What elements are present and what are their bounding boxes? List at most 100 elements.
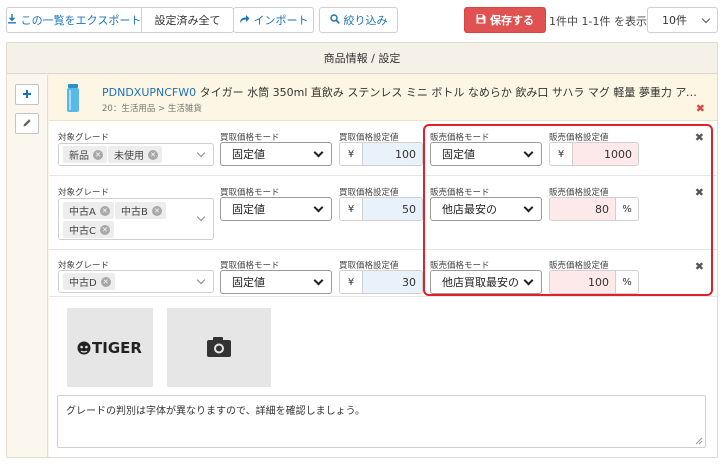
sell-value-input[interactable]: 1000	[573, 143, 638, 165]
product-panel: 商品情報 / 設定 PDNDXUPNCFW0 タイガー 水筒 350ml 直飲み…	[6, 42, 718, 458]
sell-mode-value: 他店買取最安の	[442, 276, 519, 289]
import-button[interactable]: インポート	[233, 7, 314, 33]
product-code-link[interactable]: PDNDXUPNCFW0	[102, 86, 196, 99]
remove-row-icon[interactable]: ✖	[695, 131, 704, 144]
import-label: インポート	[253, 14, 309, 27]
product-content: PDNDXUPNCFW0 タイガー 水筒 350ml 直飲み ステンレス ミニ …	[49, 75, 717, 457]
chevron-down-icon	[196, 148, 206, 158]
remove-grade-icon[interactable]: ✕	[93, 149, 103, 160]
buy-mode-value: 固定値	[232, 276, 265, 289]
percent-addon: %	[615, 198, 638, 220]
sell-value-input[interactable]: 100	[550, 271, 615, 293]
buy-mode-select[interactable]: 固定値	[220, 142, 332, 166]
memo-textarea[interactable]: グレードの判別は字体が異なりますので、詳細を確認しましょう。	[57, 395, 706, 448]
buy-value-input[interactable]: 100	[363, 143, 422, 165]
add-row-button[interactable]	[15, 84, 39, 105]
grade-tag: 中古B ✕	[115, 202, 166, 219]
search-icon	[329, 13, 340, 27]
buy-value-input[interactable]: 30	[363, 271, 422, 293]
edit-button[interactable]	[15, 113, 39, 134]
chevron-down-icon	[196, 212, 206, 222]
remove-grade-icon[interactable]: ✕	[100, 276, 111, 287]
buy-mode-select[interactable]: 固定値	[220, 270, 332, 294]
grade-tag: 中古A ✕	[63, 202, 114, 219]
grade-multiselect[interactable]: 中古D ✕	[58, 270, 214, 293]
remove-row-icon[interactable]: ✖	[695, 186, 704, 199]
target-grade-label: 対象グレード	[58, 188, 110, 198]
sell-mode-select[interactable]: 固定値	[430, 142, 542, 166]
target-grade-label: 対象グレード	[58, 133, 110, 143]
share-arrow-icon	[239, 14, 250, 27]
water-bottle-thumbnail	[61, 83, 85, 113]
pagination-info: 1件中 1-1件 を表示	[549, 15, 647, 28]
sell-value-field[interactable]: 80 %	[549, 197, 639, 221]
sell-mode-select[interactable]: 他店買取最安の	[430, 270, 542, 294]
yen-addon: ¥	[550, 143, 573, 165]
grade-multiselect[interactable]: 新品 ✕ 未使用 ✕	[58, 143, 214, 166]
upload-image-button[interactable]	[167, 308, 271, 387]
remove-grade-icon[interactable]: ✕	[99, 224, 110, 235]
yen-addon: ¥	[340, 271, 363, 293]
grade-tag: 中古C ✕	[63, 221, 114, 238]
sell-value-input[interactable]: 80	[550, 198, 615, 220]
chevron-down-icon	[313, 202, 324, 213]
sell-value-field[interactable]: ¥ 1000	[549, 142, 639, 166]
sell-value-field[interactable]: 100 %	[549, 270, 639, 294]
grade-tag-label: 中古C	[69, 226, 96, 237]
yen-addon: ¥	[340, 143, 363, 165]
chevron-down-icon	[523, 147, 534, 158]
yen-addon: ¥	[340, 198, 363, 220]
grade-tag-label: 中古A	[69, 207, 96, 218]
floppy-disk-icon	[476, 14, 486, 27]
chevron-down-icon	[523, 275, 534, 286]
remove-row-icon[interactable]: ✖	[695, 260, 704, 273]
product-name: タイガー 水筒 350ml 直飲み ステンレス ミニ ボトル なめらか 飲み口 …	[199, 86, 707, 99]
resize-grip-icon	[695, 437, 703, 445]
grade-tag-label: 新品	[69, 151, 89, 162]
grade-tag-label: 未使用	[114, 151, 144, 162]
export-list-label: この一覧をエクスポート	[20, 14, 142, 27]
save-button[interactable]: 保存する	[464, 7, 546, 33]
per-page-value: 10件	[662, 14, 687, 27]
grade-tag: 新品 ✕	[63, 146, 107, 163]
filter-button[interactable]: 絞り込み	[319, 7, 398, 33]
filter-label: 絞り込み	[343, 14, 388, 27]
chevron-down-icon	[313, 275, 324, 286]
product-category: 20：生活用品 > 生活雑貨	[102, 104, 202, 114]
camera-icon	[207, 337, 231, 357]
price-setting-row: 対象グレード 中古D ✕ 買取価格モード 固定値 買取価格設定値 ¥ 30 販売…	[49, 250, 717, 297]
grade-tag-label: 中古D	[69, 278, 97, 289]
chevron-down-icon	[196, 275, 206, 285]
grade-multiselect[interactable]: 中古A ✕ 中古B ✕ 中古C ✕	[58, 198, 214, 240]
download-icon	[7, 13, 17, 27]
all-configured-label: 設定済み全て	[154, 14, 221, 27]
remove-product-icon[interactable]: ✖	[696, 102, 705, 115]
buy-value-field[interactable]: ¥ 50	[339, 197, 423, 221]
price-setting-row: 対象グレード 中古A ✕ 中古B ✕ 中古C ✕ 買取価格モード 固定値 買取価…	[49, 176, 717, 250]
buy-value-field[interactable]: ¥ 30	[339, 270, 423, 294]
remove-grade-icon[interactable]: ✕	[151, 205, 162, 216]
export-list-button[interactable]: この一覧をエクスポート	[6, 7, 142, 33]
sell-mode-value: 他店最安の	[442, 203, 497, 216]
grade-tag-label: 中古B	[121, 207, 148, 218]
price-setting-row: 対象グレード 新品 ✕ 未使用 ✕ 買取価格モード 固定値 買取価格設定値 ¥	[49, 121, 717, 176]
buy-value-input[interactable]: 50	[363, 198, 422, 220]
buy-mode-value: 固定値	[232, 203, 265, 216]
remove-grade-icon[interactable]: ✕	[99, 205, 110, 216]
tiger-logo-text: TIGER	[92, 339, 142, 357]
chevron-down-icon	[701, 14, 711, 24]
product-title: PDNDXUPNCFW0 タイガー 水筒 350ml 直飲み ステンレス ミニ …	[102, 84, 707, 100]
percent-addon: %	[615, 271, 638, 293]
buy-mode-select[interactable]: 固定値	[220, 197, 332, 221]
buy-mode-value: 固定値	[232, 148, 265, 161]
buy-value-field[interactable]: ¥ 100	[339, 142, 423, 166]
save-label: 保存する	[490, 14, 534, 27]
grade-tag: 未使用 ✕	[108, 146, 162, 163]
chevron-down-icon	[313, 147, 324, 158]
sell-mode-select[interactable]: 他店最安の	[430, 197, 542, 221]
product-image-tiger-logo[interactable]: TIGER	[67, 308, 153, 387]
all-configured-button[interactable]: 設定済み全て	[142, 7, 234, 33]
per-page-select[interactable]: 10件	[647, 7, 718, 33]
remove-grade-icon[interactable]: ✕	[148, 149, 158, 160]
product-header: PDNDXUPNCFW0 タイガー 水筒 350ml 直飲み ステンレス ミニ …	[49, 75, 717, 121]
